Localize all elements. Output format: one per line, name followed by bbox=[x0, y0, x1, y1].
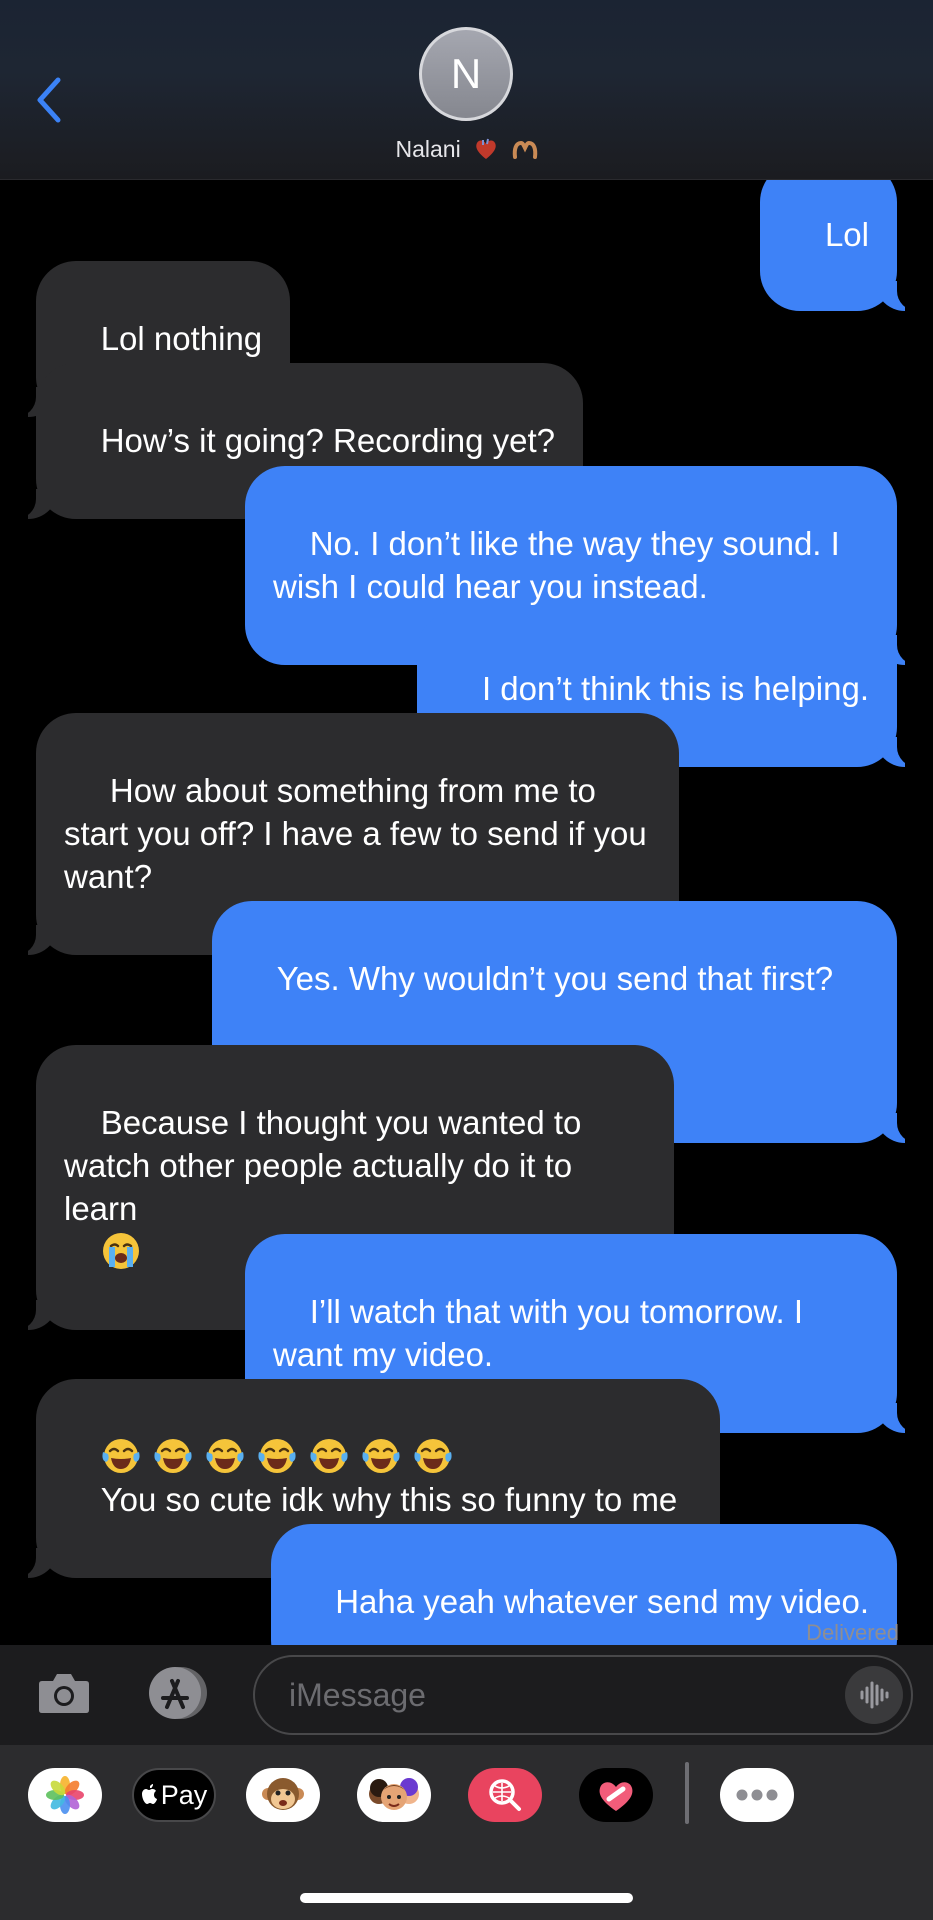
emoji-row bbox=[101, 1438, 465, 1475]
face-with-tears-of-joy-icon bbox=[102, 1439, 140, 1473]
animoji-app-button[interactable] bbox=[246, 1768, 320, 1822]
face-with-tears-of-joy-icon bbox=[414, 1439, 452, 1473]
message-text: No. I don’t like the way they sound. I w… bbox=[273, 525, 849, 605]
delivered-status: Delivered bbox=[806, 1620, 899, 1645]
avatar-initial: N bbox=[450, 50, 482, 97]
waveform-icon bbox=[860, 1681, 889, 1709]
digital-touch-app-button[interactable] bbox=[579, 1768, 653, 1822]
audio-message-button[interactable] bbox=[845, 1666, 903, 1724]
animoji-app-icon bbox=[262, 1778, 304, 1810]
more-apps-button[interactable] bbox=[720, 1768, 794, 1822]
camera-icon bbox=[39, 1674, 89, 1713]
message-text: Haha yeah whatever send my video. bbox=[335, 1583, 869, 1620]
app-store-icon bbox=[149, 1667, 207, 1719]
message-text: How’s it going? Recording yet? bbox=[100, 422, 556, 459]
face-with-tears-of-joy-icon bbox=[206, 1439, 244, 1473]
anatomical-heart-emoji-icon bbox=[476, 138, 496, 159]
face-with-tears-of-joy-icon bbox=[154, 1439, 192, 1473]
app-drawer: Pay bbox=[0, 1745, 933, 1920]
conversation-header: N Nalani bbox=[0, 0, 933, 180]
composer-bar bbox=[0, 1645, 933, 1745]
contact-name-label: Nalani bbox=[395, 136, 461, 162]
contact-name[interactable]: Nalani bbox=[0, 136, 933, 163]
apple-logo-icon bbox=[141, 1784, 157, 1804]
message-bubble-outgoing[interactable]: Lol bbox=[760, 162, 923, 311]
drawer-divider bbox=[685, 1762, 689, 1824]
message-text: Lol nothing bbox=[100, 320, 263, 357]
camera-button[interactable] bbox=[36, 1665, 92, 1721]
more-apps-icon bbox=[736, 1789, 778, 1801]
message-text: Because I thought you wanted to watch ot… bbox=[64, 1104, 591, 1227]
gif-search-app-button[interactable] bbox=[468, 1768, 542, 1822]
digital-touch-app-icon bbox=[599, 1782, 633, 1811]
photos-app-button[interactable] bbox=[28, 1768, 102, 1822]
avatar[interactable]: N bbox=[419, 27, 513, 121]
message-text: How about something from me to start you… bbox=[64, 772, 656, 895]
face-with-tears-of-joy-icon bbox=[362, 1439, 400, 1473]
loudly-crying-face-icon bbox=[102, 1233, 139, 1269]
apple-pay-app-button[interactable]: Pay bbox=[132, 1768, 216, 1822]
chevron-left-icon bbox=[37, 77, 61, 123]
message-field[interactable] bbox=[253, 1655, 913, 1735]
heart-hands-emoji-icon bbox=[512, 140, 537, 159]
message-text: You so cute idk why this so funny to me bbox=[100, 1481, 678, 1518]
message-text: I’ll watch that with you tomorrow. I wan… bbox=[273, 1293, 813, 1373]
back-button[interactable] bbox=[30, 70, 80, 130]
memoji-app-button[interactable] bbox=[357, 1768, 431, 1822]
message-text: Lol bbox=[824, 216, 869, 253]
photos-app-icon bbox=[46, 1776, 84, 1814]
gif-search-app-icon bbox=[489, 1779, 521, 1811]
message-input[interactable] bbox=[289, 1675, 809, 1715]
home-indicator[interactable] bbox=[300, 1893, 633, 1903]
message-text: Yes. Why wouldn’t you send that first? bbox=[276, 960, 834, 997]
face-with-tears-of-joy-icon bbox=[310, 1439, 348, 1473]
app-store-button[interactable] bbox=[143, 1665, 213, 1721]
apple-pay-label: Pay bbox=[160, 1779, 208, 1810]
message-text: I don’t think this is helping. bbox=[481, 670, 869, 707]
face-with-tears-of-joy-icon bbox=[258, 1439, 296, 1473]
memoji-app-icon bbox=[369, 1778, 419, 1810]
